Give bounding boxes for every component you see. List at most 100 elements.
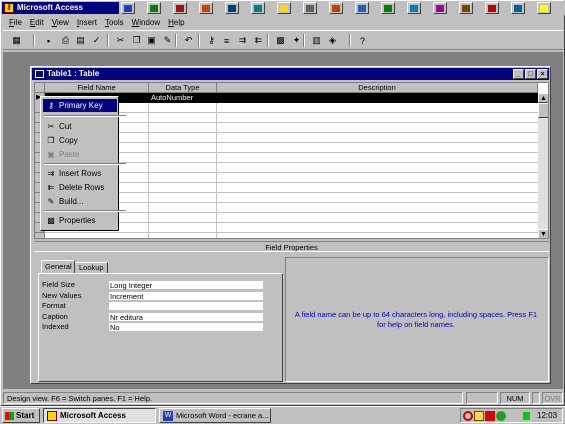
delete-rows-icon[interactable]: ⇇ <box>251 33 266 48</box>
menu-label-rest: nsert <box>79 18 97 27</box>
property-value[interactable] <box>108 301 264 311</box>
copy-icon[interactable]: ❐ <box>129 33 144 48</box>
tray-indicator-icon[interactable] <box>523 412 530 420</box>
close-button[interactable]: × <box>537 69 548 79</box>
property-value[interactable]: Long Integer <box>108 280 264 290</box>
menu-label-rest: ile <box>13 18 22 27</box>
print-preview-icon[interactable]: ▤ <box>73 33 88 48</box>
excel-icon-glyph <box>150 4 158 12</box>
paste-icon[interactable]: ▣ <box>144 33 159 48</box>
context-menu-item-copy[interactable]: ❐ Copy <box>43 134 117 147</box>
paint-icon[interactable] <box>485 2 499 14</box>
taskbar-task-word[interactable]: W Microsoft Word - ecrane a... <box>159 408 271 423</box>
binder-icon[interactable] <box>303 2 317 14</box>
menu-insert[interactable]: Insert <box>73 16 101 29</box>
tab-general[interactable]: General <box>41 260 75 273</box>
tab-general-label: General <box>45 262 72 271</box>
context-menu-item-primary-key[interactable]: ⚷ Primary Key <box>43 99 117 112</box>
menu-separator <box>44 210 126 212</box>
explorer-icon[interactable] <box>277 2 291 14</box>
context-menu-item-build[interactable]: ✎ Build... <box>43 195 117 208</box>
menu-tools[interactable]: Tools <box>101 16 128 29</box>
globe-icon[interactable] <box>511 2 525 14</box>
excel-icon[interactable] <box>147 2 161 14</box>
scroll-up-button[interactable]: ▲ <box>538 93 548 103</box>
context-menu-item-properties[interactable]: ▩ Properties <box>43 214 117 227</box>
context-menu: ⚷ Primary Key ✂ Cut ❐ Copy ▣ Paste ⇉ Insert Rows ⇇… <box>40 96 126 231</box>
table-titlebar[interactable]: Table1 : Table _ □ × <box>32 68 549 80</box>
menu-view[interactable]: View <box>48 16 73 29</box>
new-object-icon[interactable]: ◈ <box>325 33 340 48</box>
primary-key-icon[interactable]: ⚷ <box>204 33 219 48</box>
menu-label-rest: ools <box>108 18 124 27</box>
property-value[interactable]: No <box>108 322 264 332</box>
undo-icon[interactable]: ↶ <box>181 33 196 48</box>
internet-icon[interactable] <box>407 2 421 14</box>
music-icon[interactable] <box>433 2 447 14</box>
indexes-icon[interactable]: ≡ <box>219 33 234 48</box>
explorer-icon-glyph <box>280 4 288 12</box>
menu-edit[interactable]: Edit <box>26 16 48 29</box>
publisher-icon[interactable] <box>251 2 265 14</box>
word-icon[interactable] <box>121 2 135 14</box>
tray-mail-icon[interactable] <box>474 411 484 421</box>
start-button[interactable]: Start <box>2 408 40 423</box>
music-icon-glyph <box>436 4 444 12</box>
desktop-icon[interactable] <box>381 2 395 14</box>
spelling-icon[interactable]: ✓ <box>89 33 104 48</box>
properties-icon[interactable]: ▩ <box>273 33 288 48</box>
column-header-description[interactable]: Description <box>217 83 538 93</box>
context-menu-item-cut[interactable]: ✂ Cut <box>43 120 117 133</box>
format-painter-icon[interactable]: ✎ <box>160 33 175 48</box>
access-icon[interactable] <box>173 2 187 14</box>
office-shortcut-bar <box>119 1 565 15</box>
context-menu-item-paste[interactable]: ▣ Paste <box>43 148 117 161</box>
property-value[interactable]: Nr editura <box>108 311 264 322</box>
maximize-button[interactable]: □ <box>525 69 536 79</box>
powerpoint-icon[interactable] <box>199 2 213 14</box>
context-menu-label: Paste <box>59 150 80 159</box>
outlook-icon[interactable] <box>225 2 239 14</box>
save-icon[interactable]: ▪ <box>41 33 56 48</box>
book-icon[interactable] <box>459 2 473 14</box>
print-icon[interactable]: ⎙ <box>58 33 73 48</box>
tab-lookup[interactable]: Lookup <box>75 262 108 273</box>
menu-help[interactable]: Help <box>164 16 188 29</box>
key-icon: ⚷ <box>48 101 54 110</box>
database-window-icon[interactable]: ▥ <box>309 33 324 48</box>
tray-globe-icon[interactable] <box>496 411 506 421</box>
help-icon[interactable]: ? <box>355 33 370 48</box>
scroll-down-button[interactable]: ▼ <box>538 229 548 238</box>
context-menu-item-insert-rows[interactable]: ⇉ Insert Rows <box>43 167 117 180</box>
column-header-field-name[interactable]: Field Name <box>45 83 149 93</box>
context-menu-label: Copy <box>59 136 78 145</box>
grid-vertical-scrollbar[interactable]: ▲ ▼ <box>538 93 548 238</box>
minimize-button[interactable]: _ <box>513 69 524 79</box>
mail-icon[interactable] <box>355 2 369 14</box>
property-value[interactable]: Increment <box>108 290 264 301</box>
menubar: File Edit View Insert Tools Window Help <box>5 16 189 29</box>
status-num: NUM <box>500 392 530 404</box>
tray-flag-icon[interactable] <box>485 411 495 421</box>
globe-icon-glyph <box>514 4 522 12</box>
insert-rows-icon[interactable]: ⇉ <box>235 33 250 48</box>
menu-window[interactable]: Window <box>128 16 164 29</box>
binder-icon-glyph <box>306 4 314 12</box>
cut-icon[interactable]: ✂ <box>113 33 128 48</box>
book-icon-glyph <box>462 4 470 12</box>
status-panel-empty <box>466 392 498 404</box>
column-header-data-type[interactable]: Data Type <box>149 83 217 93</box>
property-row: Indexed No <box>42 322 297 332</box>
menu-file[interactable]: File <box>5 16 26 29</box>
context-menu-item-delete-rows[interactable]: ⇇ Delete Rows <box>43 181 117 194</box>
scroll-thumb[interactable] <box>538 103 548 118</box>
view-icon[interactable]: ▦ <box>9 33 24 48</box>
photo-icon[interactable] <box>329 2 343 14</box>
build-icon[interactable]: ✦ <box>289 33 304 48</box>
minimize-icon: _ <box>516 70 521 78</box>
cell-data-type[interactable]: AutoNumber <box>151 93 193 103</box>
taskbar-task-access[interactable]: Microsoft Access <box>43 408 156 423</box>
tray-no-icon[interactable] <box>463 411 473 421</box>
help-icon[interactable] <box>537 2 551 14</box>
row-selector-header <box>35 83 45 93</box>
